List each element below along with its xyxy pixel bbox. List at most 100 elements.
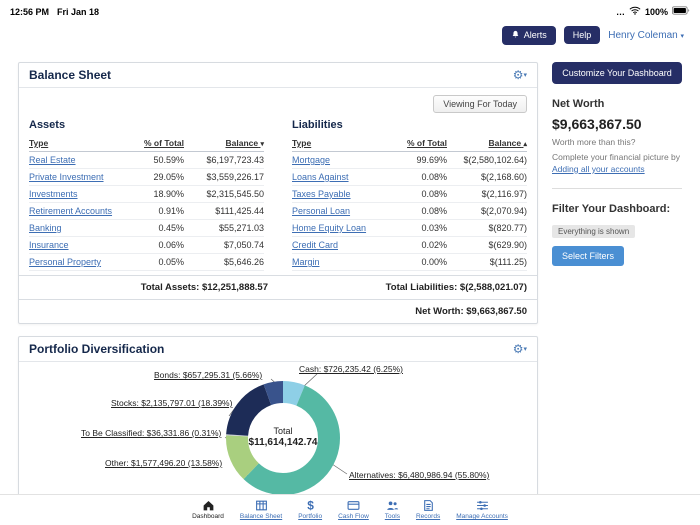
chevron-down-icon: ▾ — [523, 72, 527, 79]
tab-label: Dashboard — [192, 513, 224, 520]
home-icon — [202, 499, 215, 512]
pct-of-total-cell: 0.91% — [132, 203, 184, 220]
doc-icon — [422, 499, 435, 512]
liability-row: Personal Loan 0.08%$(2,070.94) — [292, 203, 527, 220]
pct-of-total-cell: 0.08% — [395, 169, 447, 186]
balance-cell: $111,425.44 — [184, 203, 264, 220]
liabilities-col-pct[interactable]: % of Total — [395, 136, 447, 152]
tab-label: Balance Sheet — [240, 513, 282, 520]
viewing-for-today-button[interactable]: Viewing For Today — [433, 95, 527, 113]
assets-col-balance[interactable]: Balance ▾ — [184, 136, 264, 152]
loans-against-link[interactable]: Loans Against — [292, 172, 349, 182]
pct-of-total-cell: 0.08% — [395, 203, 447, 220]
status-bar: 12:56 PM Fri Jan 18 … 100% — [0, 0, 700, 20]
taxes-payable-link[interactable]: Taxes Payable — [292, 189, 351, 199]
tab-cash-flow[interactable]: Cash Flow — [338, 499, 369, 520]
user-menu[interactable]: Henry Coleman ▾ — [608, 30, 684, 41]
personal-loan-link[interactable]: Personal Loan — [292, 206, 350, 216]
chart-label-alternatives[interactable]: Alternatives: $6,480,986.94 (55.80%) — [349, 470, 489, 480]
pct-of-total-cell: 50.59% — [132, 152, 184, 169]
gear-icon[interactable]: ⚙▾ — [513, 69, 527, 81]
help-button[interactable]: Help — [564, 26, 601, 44]
balance-cell: $(111.25) — [447, 254, 527, 271]
balance-cell: $3,559,226.17 — [184, 169, 264, 186]
card-icon — [347, 499, 360, 512]
customize-dashboard-button[interactable]: Customize Your Dashboard — [552, 62, 682, 84]
private-investment-link[interactable]: Private Investment — [29, 172, 104, 182]
date: Fri Jan 18 — [57, 7, 99, 17]
chevron-down-icon: ▾ — [680, 33, 684, 40]
alerts-button[interactable]: Alerts — [502, 26, 556, 45]
tab-manage-accounts[interactable]: Manage Accounts — [456, 499, 508, 520]
pct-of-total-cell: 0.08% — [395, 186, 447, 203]
tab-label: Cash Flow — [338, 513, 369, 520]
gear-icon[interactable]: ⚙▾ — [513, 343, 527, 355]
liability-row: Taxes Payable0.08%$(2,116.97) — [292, 186, 527, 203]
net-worth-value: $9,663,867.50 — [552, 116, 682, 132]
tab-tools[interactable]: Tools — [385, 499, 400, 520]
assets-title: Assets — [29, 119, 264, 131]
tab-records[interactable]: Records — [416, 499, 440, 520]
liability-row: Loans Against0.08%$(2,168.60) — [292, 169, 527, 186]
chart-label-bonds[interactable]: Bonds: $657,295.31 (5.66%) — [154, 370, 262, 380]
filter-status-badge: Everything is shown — [552, 225, 635, 238]
assets-col-type[interactable]: Type — [29, 136, 132, 152]
insurance-link[interactable]: Insurance — [29, 240, 69, 250]
chart-label-to-be-classified[interactable]: To Be Classified: $36,331.86 (0.31%) — [81, 428, 221, 438]
chart-label-other[interactable]: Other: $1,577,496.20 (13.58%) — [105, 458, 222, 468]
filter-heading: Filter Your Dashboard: — [552, 203, 682, 215]
real-estate-link[interactable]: Real Estate — [29, 155, 76, 165]
svg-text:$: $ — [307, 499, 314, 512]
liability-row: Margin 0.00%$(111.25) — [292, 254, 527, 271]
chart-label-cash[interactable]: Cash: $726,235.42 (6.25%) — [299, 364, 403, 374]
assets-col-pct[interactable]: % of Total — [132, 136, 184, 152]
liabilities-table: Type % of Total Balance ▴ Mortgage99.69%… — [292, 136, 527, 271]
tab-balance-sheet[interactable]: Balance Sheet — [240, 499, 282, 520]
bottom-tab-bar: Dashboard Balance Sheet $Portfolio Cash Flo… — [0, 494, 700, 525]
liabilities-col-balance[interactable]: Balance ▴ — [447, 136, 527, 152]
asset-row: Real Estate50.59%$6,197,723.43 — [29, 152, 264, 169]
pct-of-total-cell: 0.00% — [395, 254, 447, 271]
net-worth-heading: Net Worth — [552, 98, 682, 110]
users-icon — [386, 499, 399, 512]
balance-cell: $(2,070.94) — [447, 203, 527, 220]
credit-card-link[interactable]: Credit Card — [292, 240, 338, 250]
sliders-icon — [476, 499, 489, 512]
balance-cell: $(820.77) — [447, 220, 527, 237]
balance-cell: $(2,580,102.64) — [447, 152, 527, 169]
donut-rings — [221, 376, 345, 500]
balance-cell: $7,050.74 — [184, 237, 264, 254]
content: Balance Sheet ⚙▾ Viewing For Today Asset… — [0, 50, 700, 521]
user-name: Henry Coleman — [608, 30, 677, 41]
portfolio-title: Portfolio Diversification — [29, 342, 164, 356]
margin-link[interactable]: Margin — [292, 257, 320, 267]
sort-arrow-icon: ▾ — [260, 140, 264, 148]
home-equity-loan-link[interactable]: Home Equity Loan — [292, 223, 366, 233]
balance-sheet-card: Balance Sheet ⚙▾ Viewing For Today Asset… — [18, 62, 538, 324]
assets-table: Type % of Total Balance ▾ Real Estate 50.… — [29, 136, 264, 271]
select-filters-button[interactable]: Select Filters — [552, 246, 624, 266]
asset-row: Personal Property0.05%$5,646.26 — [29, 254, 264, 271]
liability-row: Home Equity Loan0.03%$(820.77) — [292, 220, 527, 237]
add-accounts-link[interactable]: Adding all your accounts — [552, 164, 645, 174]
liability-row: Mortgage99.69%$(2,580,102.64) — [292, 152, 527, 169]
chevron-down-icon: ▾ — [523, 346, 527, 353]
bell-icon — [511, 30, 520, 41]
banking-link[interactable]: Banking — [29, 223, 62, 233]
personal-property-link[interactable]: Personal Property — [29, 257, 101, 267]
cellular-icon: … — [616, 7, 625, 17]
mortgage-link[interactable]: Mortgage — [292, 155, 330, 165]
net-worth-total: Net Worth: $9,663,867.50 — [19, 299, 537, 323]
balance-sheet-title: Balance Sheet — [29, 68, 111, 82]
tab-label: Tools — [385, 513, 400, 520]
tab-portfolio[interactable]: $Portfolio — [298, 499, 322, 520]
liabilities-title: Liabilities — [292, 119, 527, 131]
liabilities-col-type[interactable]: Type — [292, 136, 395, 152]
investments-link[interactable]: Investments — [29, 189, 78, 199]
retirement-accounts-link[interactable]: Retirement Accounts — [29, 206, 112, 216]
sort-arrow-icon: ▴ — [523, 140, 527, 148]
tab-dashboard[interactable]: Dashboard — [192, 499, 224, 520]
tab-label: Manage Accounts — [456, 513, 508, 520]
asset-row: Retirement Accounts 0.91%$111,425.44 — [29, 203, 264, 220]
chart-label-stocks[interactable]: Stocks: $2,135,797.01 (18.39%) — [111, 398, 232, 408]
